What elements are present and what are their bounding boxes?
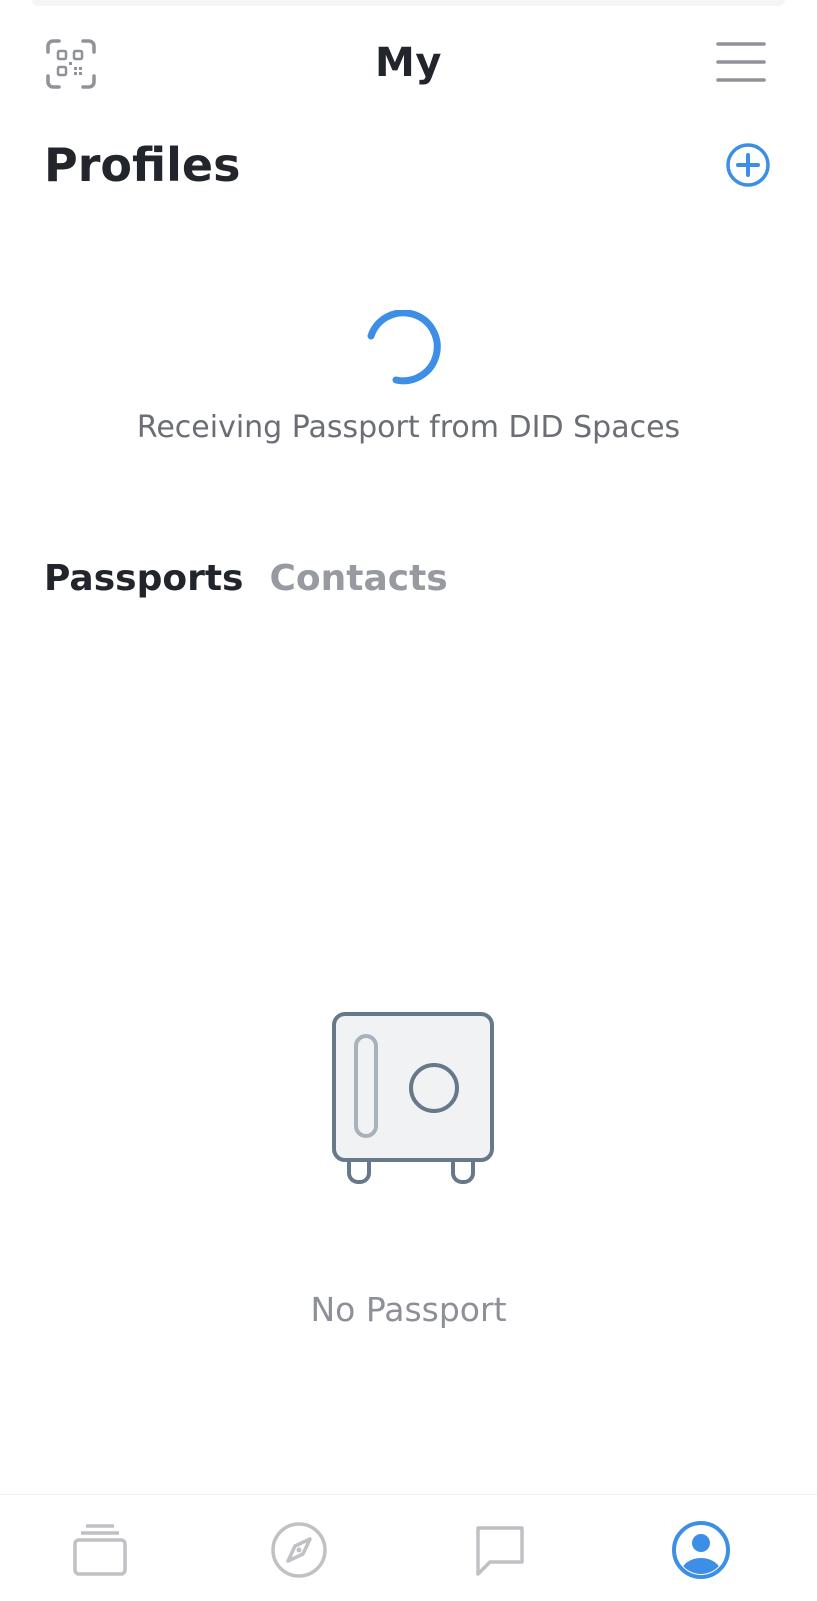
hamburger-menu-icon — [716, 42, 766, 82]
nav-explore[interactable] — [264, 1515, 334, 1585]
user-profile-icon — [672, 1521, 730, 1579]
status-strip — [32, 0, 785, 6]
loading-spinner — [366, 309, 446, 390]
menu-button[interactable] — [715, 38, 767, 88]
bottom-nav — [0, 1494, 817, 1601]
nav-profile[interactable] — [666, 1515, 736, 1585]
chat-bubble-icon — [476, 1526, 524, 1576]
plus-circle-icon — [726, 143, 770, 187]
tab-passports[interactable]: Passports — [44, 558, 243, 599]
nav-messages[interactable] — [465, 1515, 535, 1585]
loading-message: Receiving Passport from DID Spaces — [136, 410, 681, 445]
compass-icon — [271, 1522, 327, 1578]
tab-contacts[interactable]: Contacts — [269, 558, 447, 599]
top-header: My — [0, 26, 817, 104]
profiles-heading: Profiles — [44, 138, 241, 192]
safe-icon — [322, 1012, 496, 1196]
empty-state-text: No Passport — [310, 1290, 507, 1329]
cards-stack-icon — [73, 1524, 127, 1576]
page-title: My — [375, 40, 442, 86]
tab-bar: Passports Contacts — [44, 558, 448, 599]
add-profile-button[interactable] — [724, 141, 772, 189]
nav-cards[interactable] — [65, 1515, 135, 1585]
